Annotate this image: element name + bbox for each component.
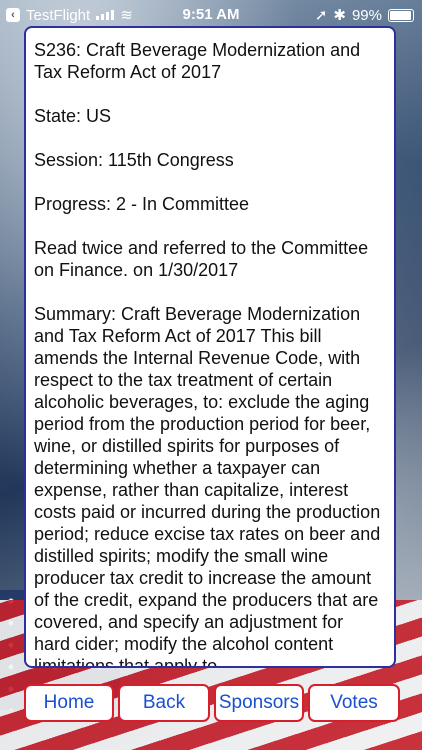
bill-last-action: Read twice and referred to the Committee… [34, 238, 369, 280]
bill-detail-card[interactable]: S236: Craft Beverage Modernization and T… [24, 26, 396, 668]
status-right: ➚ ✱ 99% [315, 6, 414, 24]
battery-icon [388, 8, 414, 22]
bill-detail-content: S236: Craft Beverage Modernization and T… [26, 28, 394, 668]
bill-state: State: US [34, 106, 112, 126]
status-bar: ‹ TestFlight ≋ 9:51 AM ➚ ✱ 99% [0, 0, 422, 30]
home-button[interactable]: Home [24, 684, 114, 722]
location-icon: ➚ [314, 7, 328, 24]
votes-button[interactable]: Votes [308, 684, 400, 722]
back-button[interactable]: Back [118, 684, 210, 722]
bill-summary: Summary: Craft Beverage Modernization an… [34, 304, 381, 668]
bluetooth-icon: ✱ [333, 7, 346, 24]
sponsors-button[interactable]: Sponsors [214, 684, 304, 722]
bill-session: Session: 115th Congress [34, 150, 234, 170]
bill-progress: Progress: 2 - In Committee [34, 194, 250, 214]
battery-percent: 99% [351, 6, 382, 24]
bottom-button-bar: Home Back Sponsors Votes [24, 684, 400, 722]
bill-title: S236: Craft Beverage Modernization and T… [34, 40, 361, 82]
